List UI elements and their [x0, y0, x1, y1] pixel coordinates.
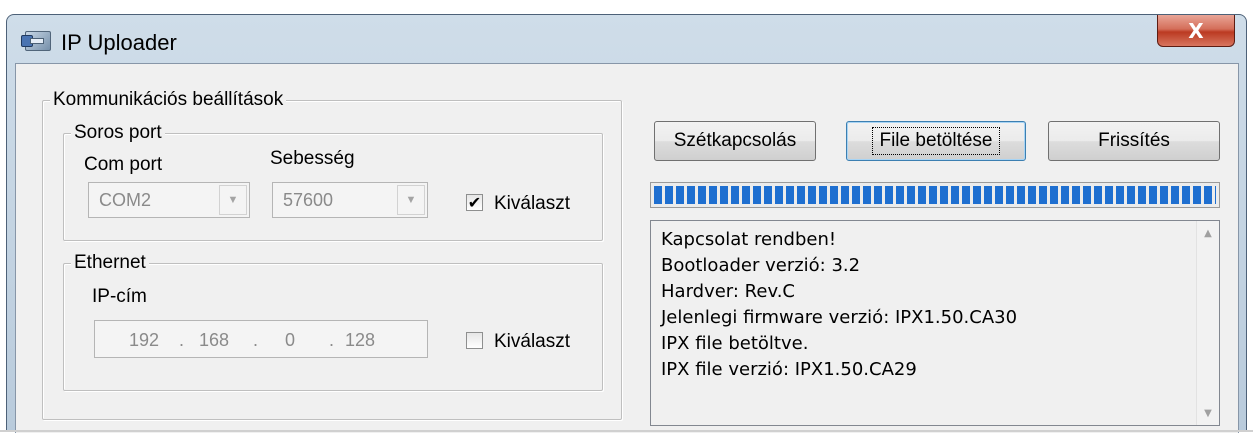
- progress-fill: [654, 186, 1216, 204]
- log-line: IPX file verzió: IPX1.50.CA29: [661, 359, 917, 380]
- log-lines: Kapcsolat rendben! Bootloader verzió: 3.2…: [661, 227, 1017, 383]
- serial-port-group: Soros port Com port Sebesség COM2 ▼ 5760…: [63, 122, 603, 241]
- communication-settings-legend: Kommunikációs beállítások: [50, 89, 287, 111]
- log-line: Hardver: Rev.C: [661, 281, 795, 302]
- ethernet-group: Ethernet IP-cím 192 . 168 . 0 . 128 Kivá…: [63, 252, 603, 391]
- ip-octet-4: 128: [345, 330, 376, 350]
- status-log[interactable]: Kapcsolat rendben! Bootloader verzió: 3.2…: [650, 220, 1220, 426]
- load-file-label: File betöltése: [872, 127, 1000, 155]
- com-port-value: COM2: [99, 190, 152, 210]
- ip-octet-2: 168: [199, 330, 230, 350]
- serial-port-legend: Soros port: [71, 122, 165, 144]
- serial-select-label[interactable]: Kiválaszt: [494, 193, 570, 215]
- app-window-icon: [21, 31, 51, 51]
- ip-octet-3: 0: [285, 330, 296, 350]
- log-line: Kapcsolat rendben!: [661, 229, 837, 250]
- com-port-label: Com port: [84, 154, 163, 175]
- speed-select[interactable]: 57600 ▼: [272, 182, 428, 218]
- upload-progress-bar: [650, 182, 1220, 208]
- chevron-down-icon[interactable]: ▼: [397, 185, 425, 215]
- serial-select-checkbox[interactable]: ✔: [466, 194, 483, 211]
- log-line: IPX file betöltve.: [661, 333, 809, 354]
- speed-label: Sebesség: [270, 148, 355, 169]
- log-line: Jelenlegi firmware verzió: IPX1.50.CA30: [661, 307, 1018, 328]
- client-area: Kommunikációs beállítások Soros port Com…: [15, 63, 1239, 433]
- log-line: Bootloader verzió: 3.2: [661, 255, 861, 276]
- scroll-down-arrow-icon[interactable]: ▼: [1197, 403, 1219, 423]
- com-port-select[interactable]: COM2 ▼: [88, 182, 250, 218]
- ethernet-legend: Ethernet: [71, 252, 149, 274]
- close-button[interactable]: X: [1157, 15, 1235, 47]
- ip-address-input[interactable]: 192 . 168 . 0 . 128: [94, 320, 428, 358]
- load-file-button[interactable]: File betöltése: [846, 121, 1026, 161]
- ethernet-select-label[interactable]: Kiválaszt: [494, 331, 570, 353]
- disconnect-button[interactable]: Szétkapcsolás: [654, 121, 816, 161]
- window-title: IP Uploader: [61, 30, 177, 55]
- ip-address-label: IP-cím: [92, 286, 147, 307]
- title-bar[interactable]: IP Uploader X: [7, 15, 1246, 63]
- refresh-button[interactable]: Frissítés: [1048, 121, 1220, 161]
- speed-value: 57600: [283, 190, 334, 210]
- communication-settings-group: Kommunikációs beállítások Soros port Com…: [42, 89, 622, 420]
- ip-dot-2: .: [253, 330, 259, 350]
- chevron-down-icon[interactable]: ▼: [219, 185, 247, 215]
- scroll-up-arrow-icon[interactable]: ▲: [1197, 223, 1219, 243]
- ip-octet-1: 192: [129, 330, 160, 350]
- log-scrollbar[interactable]: ▲ ▼: [1196, 221, 1219, 425]
- ethernet-select-checkbox[interactable]: [466, 332, 483, 349]
- ip-dot-1: .: [179, 330, 185, 350]
- ip-dot-3: .: [329, 330, 335, 350]
- app-window: IP Uploader X Kommunikációs beállítások …: [6, 14, 1247, 433]
